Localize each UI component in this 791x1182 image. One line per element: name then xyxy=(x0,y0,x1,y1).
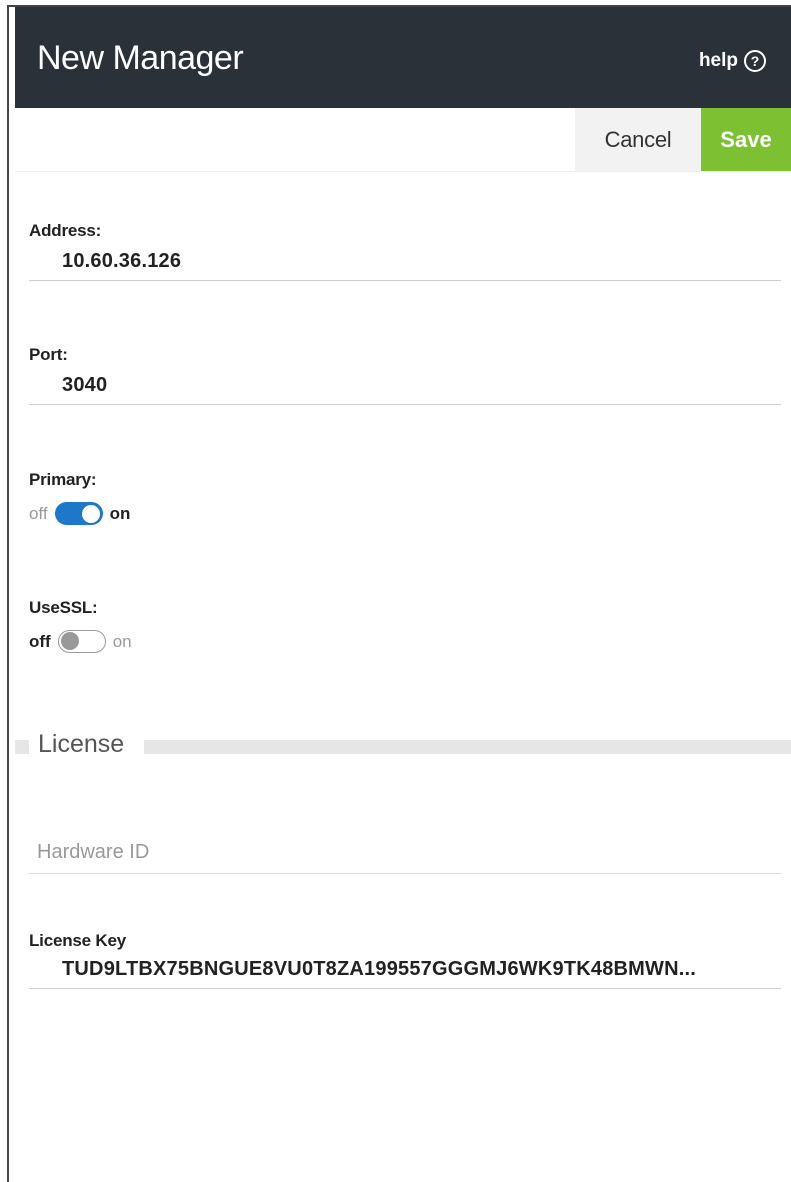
port-input[interactable]: 3040 xyxy=(29,374,781,405)
port-label: Port: xyxy=(29,345,68,364)
help-link[interactable]: help ? xyxy=(699,50,766,72)
port-field: Port: 3040 xyxy=(29,345,781,405)
dialog-header: New Manager help ? xyxy=(15,7,791,108)
usessl-toggle-row: off on xyxy=(29,630,781,653)
primary-toggle-knob xyxy=(81,504,100,523)
usessl-on-label: on xyxy=(112,631,132,651)
primary-field: Primary: off on xyxy=(29,470,781,525)
action-toolbar: Cancel Save xyxy=(15,108,791,172)
license-key-field: License Key TUD9LTBX75BNGUE8VU0T8ZA19955… xyxy=(29,931,781,989)
license-key-input[interactable]: TUD9LTBX75BNGUE8VU0T8ZA199557GGGMJ6WK9TK… xyxy=(29,958,781,989)
usessl-toggle-knob xyxy=(60,632,79,650)
primary-off-label: off xyxy=(29,503,48,523)
usessl-toggle[interactable] xyxy=(57,630,106,653)
primary-label: Primary: xyxy=(29,470,97,489)
license-section-header: License xyxy=(15,728,791,764)
section-divider-right xyxy=(144,740,791,754)
address-field: Address: 10.60.36.126 xyxy=(29,221,781,281)
dialog-title: New Manager xyxy=(37,39,244,77)
usessl-label: UseSSL: xyxy=(29,598,98,617)
help-icon: ? xyxy=(744,50,766,72)
license-key-label: License Key xyxy=(29,931,127,950)
hardware-id-field: Hardware ID xyxy=(29,841,781,874)
address-input[interactable]: 10.60.36.126 xyxy=(29,250,781,281)
address-label: Address: xyxy=(29,221,102,240)
cancel-button[interactable]: Cancel xyxy=(575,108,701,171)
hardware-id-input[interactable]: Hardware ID xyxy=(29,841,781,874)
save-button[interactable]: Save xyxy=(701,108,791,171)
primary-on-label: on xyxy=(109,503,131,523)
primary-toggle-row: off on xyxy=(29,502,781,525)
usessl-field: UseSSL: off on xyxy=(29,598,781,653)
primary-toggle[interactable] xyxy=(54,502,103,525)
usessl-off-label: off xyxy=(29,631,51,651)
dialog-frame xyxy=(7,5,791,1182)
section-divider-left xyxy=(15,740,29,754)
help-label: help xyxy=(698,50,738,71)
license-section-title: License xyxy=(38,730,125,758)
